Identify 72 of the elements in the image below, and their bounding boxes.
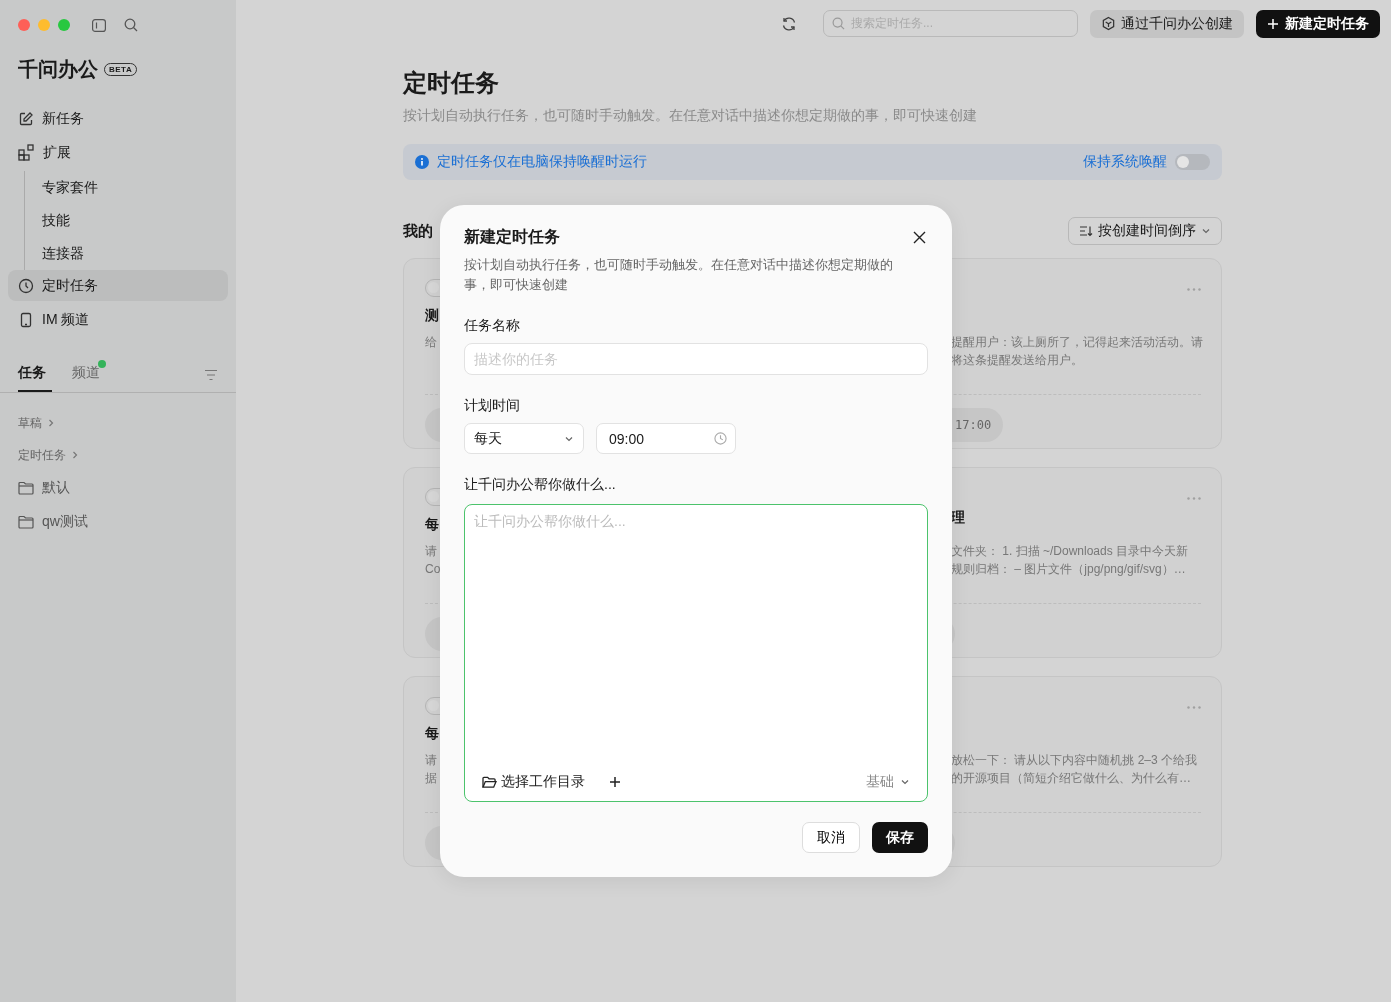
sort-button[interactable]: 按创建时间倒序 [1068,217,1222,245]
cancel-button[interactable]: 取消 [802,822,860,853]
more-icon[interactable] [1187,705,1201,709]
task-title: 每 [425,516,439,534]
nav-item[interactable]: 新任务 [8,103,228,134]
folder-item[interactable]: 默认 [18,471,218,505]
nav-item[interactable]: 扩展 [8,137,228,168]
toggle-switch[interactable] [1175,154,1210,170]
phone-icon [18,311,34,328]
list-group-header[interactable]: 草稿 [18,407,218,439]
more-icon[interactable] [1187,287,1201,291]
nav-subitem[interactable]: 连接器 [25,237,228,270]
add-icon[interactable] [609,776,621,788]
folder-icon [18,515,34,529]
chevron-down-icon [900,777,910,787]
task-description: 文件夹： 1. 扫描 ~/Downloads 目录中今天新 规则归档： – 图片文件（jpg/png/gif/svg）… [951,543,1189,578]
search-icon[interactable] [124,18,138,32]
choose-folder-button[interactable]: 选择工作目录 [482,773,585,791]
filter-icon[interactable] [204,369,218,381]
task-description: 提醒用户：该上厕所了，记得起来活动活动。请 将这条提醒发送给用户。 [951,334,1203,369]
folder-icon [482,775,497,789]
cube-icon [1101,16,1116,31]
chevron-right-icon [47,418,55,428]
frequency-dropdown[interactable]: 每天 [464,423,584,454]
blocks-icon [18,144,35,161]
nav-subitem[interactable]: 专家套件 [25,171,228,204]
mode-dropdown[interactable]: 基础 [866,773,910,791]
time-field[interactable]: 09:00 [596,423,736,454]
page-title: 定时任务 [403,68,500,98]
clock-icon [18,277,34,294]
task-description: 请 据 [425,752,437,787]
task-title: 每 [425,725,439,743]
field-label: 计划时间 [464,397,521,415]
info-icon [415,155,429,169]
task-title: 测 [425,307,439,325]
clock-icon [714,432,727,445]
field-label: 让千问办公帮你做什么... [464,476,617,494]
nav-item[interactable]: IM 频道 [8,304,228,335]
nav-item[interactable]: 定时任务 [8,270,228,301]
sidebar-tab[interactable]: 频道 [72,358,106,392]
edit-icon [18,110,34,127]
banner-text: 定时任务仅在电脑保持唤醒时运行 [437,153,647,171]
sort-icon [1079,225,1093,237]
sidebar-tab[interactable]: 任务 [18,358,52,392]
close-window-button[interactable] [18,19,30,31]
more-icon[interactable] [1187,496,1201,500]
list-group-header[interactable]: 定时任务 [18,439,218,471]
chevron-down-icon [1201,226,1211,236]
app-logo: 千问办公 [18,57,98,82]
task-description: 请 Co [425,543,441,578]
folder-icon [18,481,34,495]
create-via-assistant-button[interactable]: 通过千问办公创建 [1090,9,1244,38]
field-label: 任务名称 [464,317,521,335]
chevron-right-icon [71,450,79,460]
task-description: 放松一下： 请从以下内容中随机挑 2–3 个给我 的开源项目（简短介绍它做什么、为什么有… [951,752,1198,787]
dialog-description: 按计划自动执行任务，也可随时手动触发。在任意对话中描述你想定期做的事，即可快速创建 [464,257,894,294]
nav-subitem[interactable]: 技能 [25,204,228,237]
prompt-field[interactable]: 让千问办公帮你做什么... 选择工作目录 基础 [464,504,928,802]
minimize-window-button[interactable] [38,19,50,31]
search-icon [832,17,845,30]
toggle-label: 保持系统唤醒 [1083,153,1167,171]
zoom-window-button[interactable] [58,19,70,31]
dialog-title: 新建定时任务 [464,227,560,247]
task-description: 给 [425,334,437,351]
sidebar-toggle-icon[interactable] [92,18,106,32]
folder-item[interactable]: qw测试 [18,505,218,539]
plus-icon [1267,17,1279,30]
new-task-button[interactable]: 新建定时任务 [1256,9,1380,38]
refresh-icon[interactable] [781,15,797,32]
save-button[interactable]: 保存 [872,822,928,853]
page-subtitle: 按计划自动执行任务，也可随时手动触发。在任意对话中描述你想定期做的事，即可快速创建 [403,107,978,125]
section-title: 我的 [403,221,433,241]
